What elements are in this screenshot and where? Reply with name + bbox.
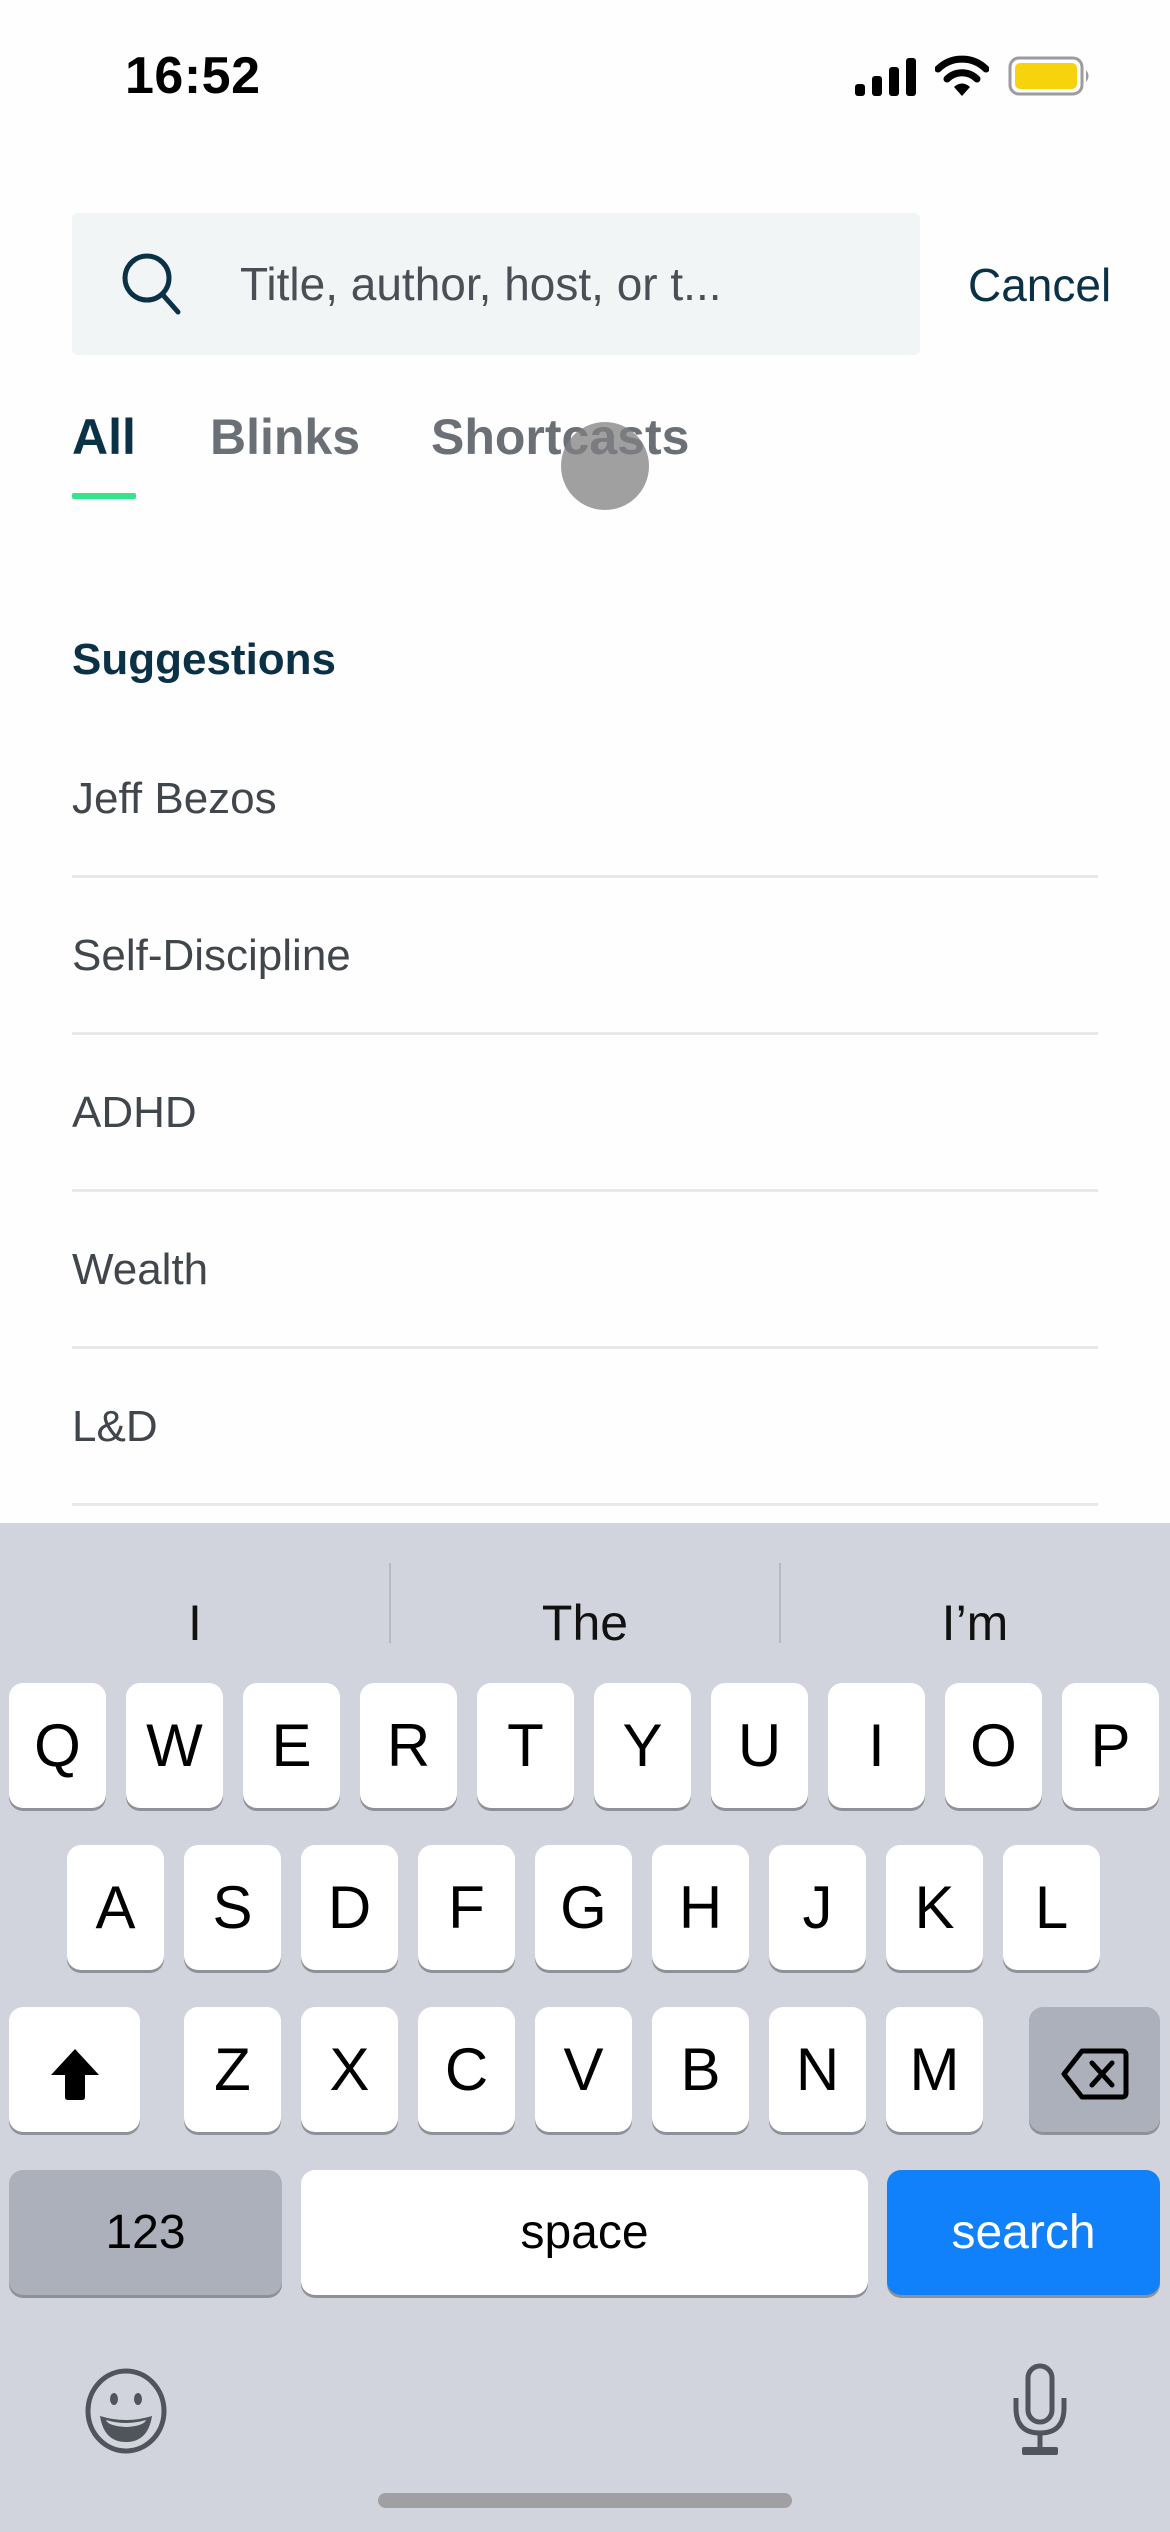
key-t[interactable]: T — [477, 1683, 574, 1808]
space-key[interactable]: space — [301, 2170, 868, 2295]
suggestion-item[interactable]: Wealth — [72, 1193, 1098, 1349]
key-w[interactable]: W — [126, 1683, 223, 1808]
suggestion-item[interactable]: L&D — [72, 1350, 1098, 1506]
home-indicator[interactable] — [378, 2493, 792, 2508]
key-l[interactable]: L — [1003, 1845, 1100, 1970]
key-g[interactable]: G — [535, 1845, 632, 1970]
suggestion-label: L&D — [72, 1402, 158, 1451]
suggestion-item[interactable]: ADHD — [72, 1036, 1098, 1192]
battery-icon — [1008, 56, 1089, 96]
prediction-3[interactable]: I’m — [780, 1573, 1170, 1673]
key-c[interactable]: C — [418, 2007, 515, 2132]
status-time: 16:52 — [125, 47, 261, 105]
suggestion-label: Self-Discipline — [72, 931, 351, 980]
key-q[interactable]: Q — [9, 1683, 106, 1808]
divider — [72, 1503, 1098, 1506]
divider — [72, 1346, 1098, 1349]
search-key[interactable]: search — [887, 2170, 1160, 2295]
key-k[interactable]: K — [886, 1845, 983, 1970]
key-r[interactable]: R — [360, 1683, 457, 1808]
key-s[interactable]: S — [184, 1845, 281, 1970]
delete-key[interactable] — [1029, 2007, 1160, 2132]
active-tab-indicator — [72, 493, 136, 499]
key-h[interactable]: H — [652, 1845, 749, 1970]
key-j[interactable]: J — [769, 1845, 866, 1970]
suggestion-item[interactable]: Self-Discipline — [72, 879, 1098, 1035]
numbers-key[interactable]: 123 — [9, 2170, 282, 2295]
shift-key[interactable] — [9, 2007, 140, 2132]
suggestions-heading: Suggestions — [72, 635, 337, 684]
suggestion-label: Wealth — [72, 1245, 209, 1294]
suggestion-item[interactable]: Jeff Bezos — [72, 722, 1098, 878]
shift-icon — [50, 2049, 99, 2101]
divider — [72, 875, 1098, 878]
tab-blinks[interactable]: Blinks — [210, 408, 360, 466]
suggestion-label: ADHD — [72, 1088, 197, 1137]
search-field[interactable] — [72, 213, 920, 355]
wifi-icon — [935, 55, 989, 96]
key-y[interactable]: Y — [594, 1683, 691, 1808]
cellular-signal-icon — [855, 58, 916, 96]
key-x[interactable]: X — [301, 2007, 398, 2132]
keyboard: I The I’m QWERTYUIOP ASDFGHJKL ZXCVBNM 1… — [0, 1523, 1170, 2532]
key-d[interactable]: D — [301, 1845, 398, 1970]
search-icon — [122, 253, 181, 315]
touch-indicator — [561, 422, 649, 510]
tab-all[interactable]: All — [72, 408, 136, 466]
key-f[interactable]: F — [418, 1845, 515, 1970]
key-u[interactable]: U — [711, 1683, 808, 1808]
divider — [72, 1189, 1098, 1192]
tab-shortcasts[interactable]: Shortcasts — [431, 408, 689, 466]
search-input[interactable] — [240, 213, 900, 355]
key-p[interactable]: P — [1062, 1683, 1159, 1808]
prediction-1[interactable]: I — [0, 1573, 390, 1673]
key-m[interactable]: M — [886, 2007, 983, 2132]
key-z[interactable]: Z — [184, 2007, 281, 2132]
key-a[interactable]: A — [67, 1845, 164, 1970]
divider — [72, 1032, 1098, 1035]
key-e[interactable]: E — [243, 1683, 340, 1808]
cancel-button[interactable]: Cancel — [968, 258, 1111, 312]
delete-icon — [1061, 2048, 1128, 2100]
key-o[interactable]: O — [945, 1683, 1042, 1808]
key-n[interactable]: N — [769, 2007, 866, 2132]
microphone-icon[interactable] — [1010, 2363, 1070, 2459]
key-v[interactable]: V — [535, 2007, 632, 2132]
key-i[interactable]: I — [828, 1683, 925, 1808]
prediction-2[interactable]: The — [390, 1573, 780, 1673]
suggestion-label: Jeff Bezos — [72, 774, 277, 823]
key-b[interactable]: B — [652, 2007, 749, 2132]
emoji-icon[interactable] — [84, 2368, 168, 2454]
